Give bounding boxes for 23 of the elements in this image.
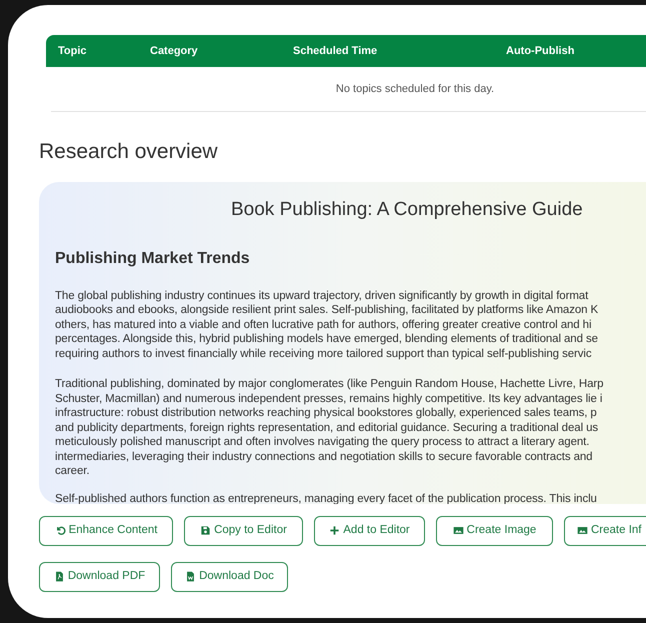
paragraph: The global publishing industry continues its upward trajectory, driven significantly by growth in digital format audiobooks and ebooks, alongside resilient print sales. Self-publishing, facilitated by platforms like Amazon K others, has matured into a viable and often lucrative path for authors, offering greater creative control and hi percentages. Alongside this, hybrid publishing models have emerged, blending elements of traditional and se requiring authors to invest financially while receiving more tailored support than typical self-publishing servic <box>55 288 600 361</box>
action-button[interactable]: Add to Editor <box>314 516 425 546</box>
column-header: Scheduled Time <box>293 44 378 57</box>
column-header: Topic <box>58 44 87 57</box>
action-button[interactable]: Create Image <box>436 516 553 546</box>
empty-message: No topics scheduled for this day. <box>336 82 494 97</box>
pdf-file-icon <box>54 571 65 582</box>
section-title: Research overview <box>39 139 219 165</box>
action-button[interactable]: Download PDF <box>39 562 160 592</box>
undo-icon <box>54 525 66 536</box>
column-header: Auto-Publish <box>506 44 574 57</box>
word-file-icon <box>185 571 196 582</box>
picture-icon <box>452 525 464 536</box>
document-title: Book Publishing: A Comprehensive Guide <box>231 198 584 222</box>
plus-icon <box>329 525 340 536</box>
section-heading: Publishing Market Trends <box>55 248 251 268</box>
column-header: Category <box>150 44 198 57</box>
action-button[interactable]: Download Doc <box>171 562 288 592</box>
action-button[interactable]: Enhance Content <box>39 516 173 546</box>
action-button[interactable]: Copy to Editor <box>184 516 303 546</box>
paragraph: Traditional publishing, dominated by major conglomerates (like Penguin Random House, Hachette Livre, Harp Schuster, Macmillan) and numerous independent presses, remains highly competitive. Its key advantages lie i infrastructure: robust distribution networks reaching physical bookstores globally, experienced sales teams, p and publicity departments, foreign rights representation, and editorial guidance. Securing a traditional deal us meticulously polished manuscript and often involves navigating the query process to attract a literary agent. intermediaries, leveraging their industry connections and negotiation skills to secure favorable contracts and career. <box>55 377 604 478</box>
action-button[interactable]: Create Inf <box>564 516 646 546</box>
picture-icon <box>577 525 588 536</box>
